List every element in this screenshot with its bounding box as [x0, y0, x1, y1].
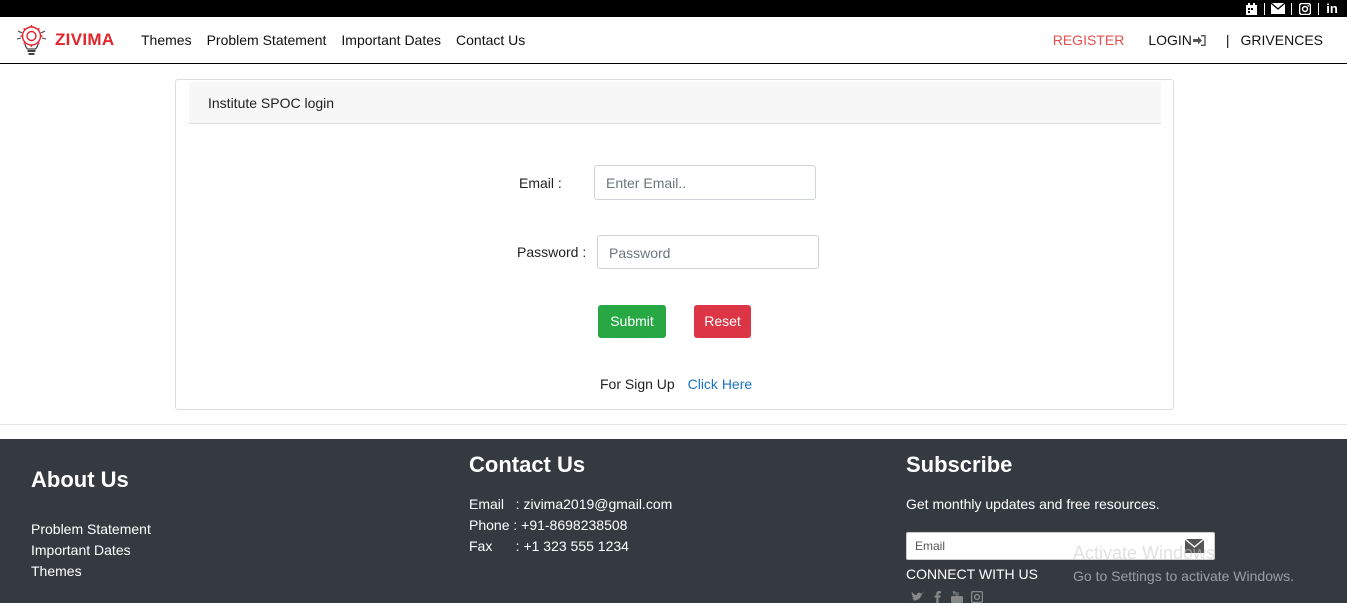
linkedin-icon[interactable]: in	[1325, 2, 1339, 15]
footer-about-heading: About Us	[31, 467, 129, 492]
signup-text: For Sign Up	[600, 376, 675, 392]
nav-link-important-dates[interactable]: Important Dates	[341, 32, 441, 48]
signup-link[interactable]: Click Here	[688, 376, 753, 392]
instagram-icon[interactable]	[970, 590, 984, 604]
email-label: Email :	[519, 175, 562, 191]
email-input[interactable]: Enter Email..	[594, 165, 816, 200]
nav-link-themes[interactable]: Themes	[141, 32, 192, 48]
social-links	[910, 590, 990, 604]
footer-contact-email: Email : zivima2019@gmail.com	[469, 496, 673, 512]
envelope-icon[interactable]	[1271, 3, 1285, 15]
instagram-icon[interactable]	[1298, 2, 1312, 15]
divider	[1264, 2, 1265, 15]
reset-button[interactable]: Reset	[694, 305, 751, 338]
nav-divider: |	[1225, 32, 1230, 48]
password-label: Password :	[517, 244, 587, 260]
nav-actions: REGISTER LOGIN | GRIVENCES	[1053, 32, 1323, 48]
divider	[1291, 2, 1292, 15]
footer-link-themes[interactable]: Themes	[31, 563, 82, 579]
password-input[interactable]: Password	[597, 235, 819, 269]
card-header: Institute SPOC login	[189, 82, 1161, 124]
connect-with-us: CONNECT WITH US	[906, 566, 1038, 582]
grievences-link[interactable]: GRIVENCES	[1241, 32, 1323, 48]
login-label: LOGIN	[1148, 32, 1192, 48]
nav-link-problem-statement[interactable]: Problem Statement	[207, 32, 327, 48]
nav-link-contact-us[interactable]: Contact Us	[456, 32, 525, 48]
login-link[interactable]: LOGIN	[1148, 32, 1206, 48]
activate-windows-subtitle: Go to Settings to activate Windows.	[1073, 568, 1294, 584]
subscribe-email-placeholder: Email	[915, 539, 946, 553]
sign-in-icon	[1192, 34, 1206, 46]
footer-subscribe-text: Get monthly updates and free resources.	[906, 496, 1160, 512]
top-social-bar: in	[0, 0, 1347, 17]
footer-subscribe-heading: Subscribe	[906, 452, 1013, 477]
register-link[interactable]: REGISTER	[1053, 32, 1125, 48]
brand-logo[interactable]: ZIVIMA	[13, 21, 114, 58]
divider	[1318, 2, 1319, 15]
twitter-icon[interactable]	[910, 591, 924, 603]
calendar-icon[interactable]	[1244, 2, 1258, 15]
youtube-icon[interactable]	[950, 590, 964, 603]
divider	[0, 424, 1347, 425]
facebook-icon[interactable]	[930, 591, 944, 603]
footer-contact-heading: Contact Us	[469, 452, 586, 477]
signup-row: For Sign Up Click Here	[600, 376, 752, 392]
footer-link-important-dates[interactable]: Important Dates	[31, 542, 131, 558]
nav-links: Themes Problem Statement Important Dates…	[141, 32, 540, 48]
lightbulb-gear-icon	[16, 25, 47, 55]
footer-link-problem-statement[interactable]: Problem Statement	[31, 521, 151, 537]
submit-button[interactable]: Submit	[598, 305, 666, 338]
top-icons: in	[1240, 0, 1343, 17]
footer-contact-phone: Phone : +91-8698238508	[469, 517, 628, 533]
footer-contact-fax: Fax : +1 323 555 1234	[469, 538, 629, 554]
main-navbar: ZIVIMA Themes Problem Statement Importan…	[0, 17, 1347, 64]
brand-name: ZIVIMA	[55, 29, 115, 49]
activate-windows-title: Activate Windows	[1073, 543, 1216, 563]
